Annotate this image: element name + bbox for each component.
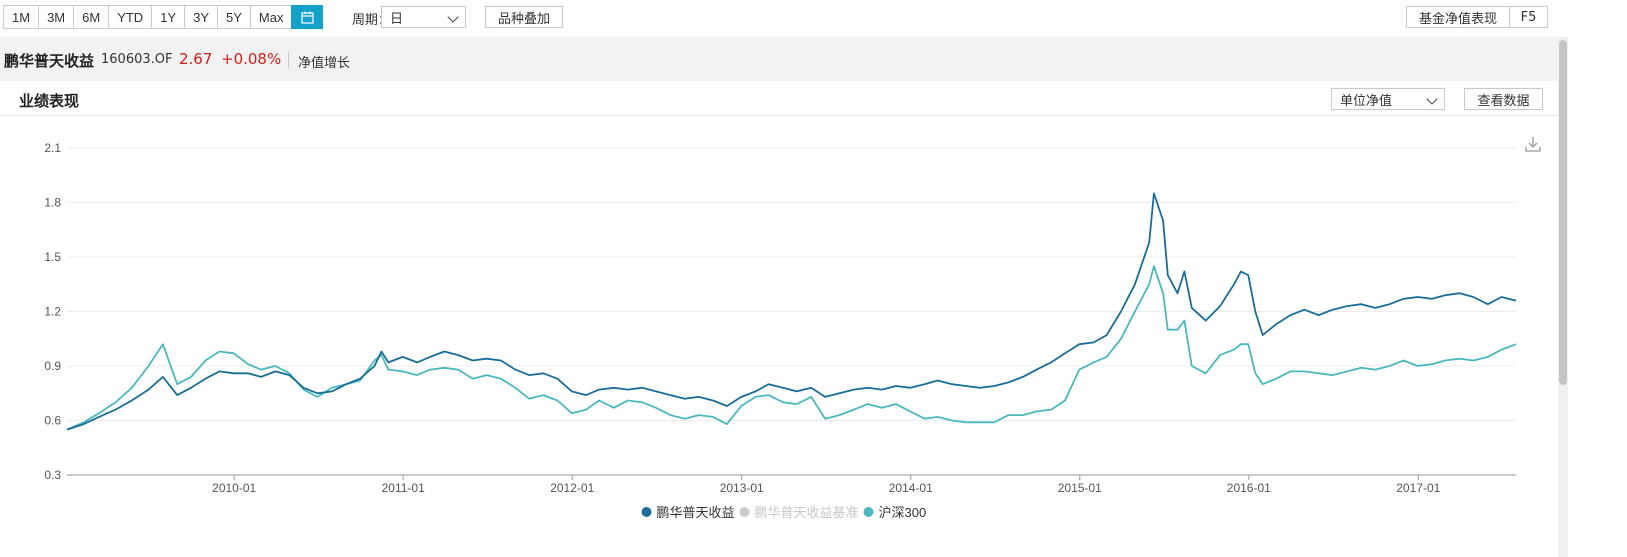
scrollbar-thumb[interactable] <box>1559 40 1567 385</box>
y-tick-label: 2.1 <box>44 141 61 155</box>
legend-label: 鹏华普天收益 <box>657 505 735 520</box>
performance-chart: 0.3 0.6 0.9 1.2 1.5 1.8 2.1 2010-01 2011-01 2012… <box>44 136 1541 520</box>
y-tick-label: 0.9 <box>44 359 61 373</box>
legend-label: 鹏华普天收益基准 <box>755 505 859 520</box>
x-tick-label: 2013-01 <box>720 481 764 495</box>
x-tick-label: 2011-01 <box>382 481 425 495</box>
legend-marker <box>739 507 750 517</box>
legend[interactable]: 鹏华普天收益 鹏华普天收益基准 沪深300 <box>641 505 927 520</box>
legend-marker <box>863 507 874 517</box>
y-tick-label: 0.3 <box>44 468 61 482</box>
x-tick-label: 2014-01 <box>889 481 933 495</box>
legend-marker <box>641 507 652 517</box>
y-axis: 0.3 0.6 0.9 1.2 1.5 1.8 2.1 <box>44 141 61 482</box>
x-tick-label: 2012-01 <box>550 481 594 495</box>
y-tick-label: 1.2 <box>44 305 61 319</box>
legend-label: 沪深300 <box>879 505 927 520</box>
y-tick-label: 1.8 <box>44 196 61 210</box>
y-tick-label: 0.6 <box>44 414 61 428</box>
x-tick-label: 2015-01 <box>1058 481 1102 495</box>
x-tick-label: 2017-01 <box>1396 481 1440 495</box>
x-axis: 2010-01 2011-01 2012-01 2013-01 2014-01 2015-… <box>212 475 1441 495</box>
download-icon[interactable] <box>1525 136 1541 152</box>
series-line-3 <box>66 265 1517 431</box>
x-tick-label: 2016-01 <box>1227 481 1271 495</box>
y-tick-label: 1.5 <box>44 250 61 264</box>
x-tick-label: 2010-01 <box>212 481 256 495</box>
